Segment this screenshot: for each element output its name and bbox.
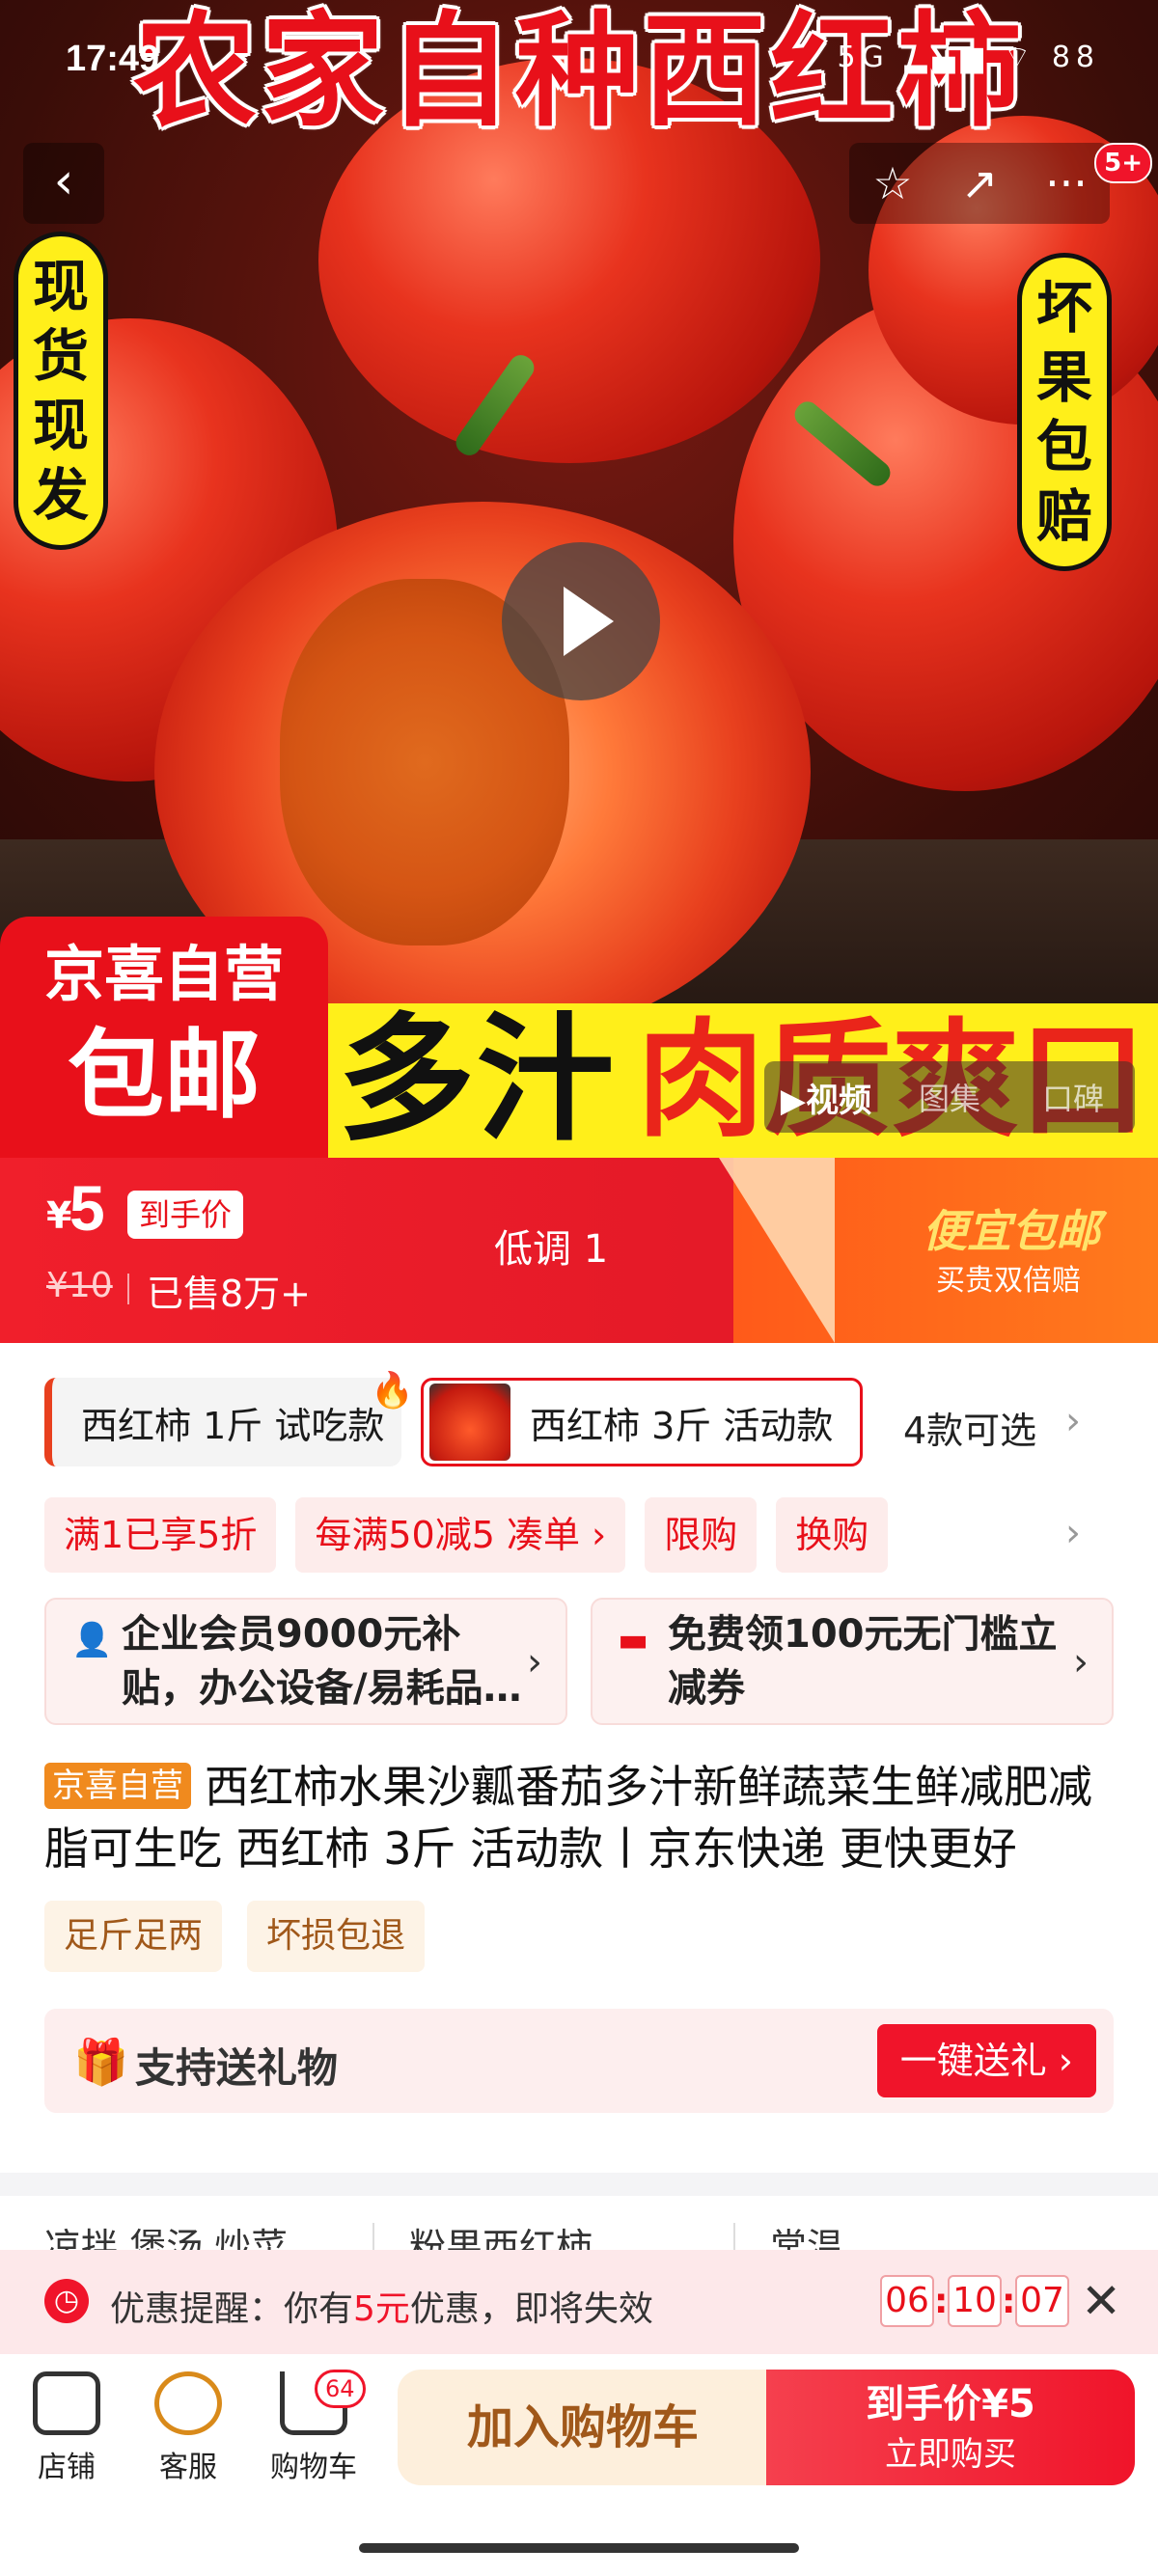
store-badge: 京喜自营 包邮: [0, 917, 328, 1158]
top-actions: ☆ ↗ ···: [849, 143, 1110, 224]
promo-subtitle: 买贵双倍赔: [936, 1264, 1081, 1298]
favorite-icon[interactable]: ☆: [849, 143, 936, 224]
countdown-timer: 06 : 10 : 07: [880, 2275, 1069, 2327]
section-divider: [0, 2173, 1158, 2196]
coupon-icon: ▬: [618, 1621, 649, 1659]
variant-option-selected[interactable]: 西红柿 3斤 活动款: [421, 1378, 863, 1466]
send-gift-button[interactable]: 一键送礼 ›: [876, 2024, 1096, 2097]
original-price: ¥10: [46, 1266, 113, 1305]
gift-section: 🎁 支持送礼物 一键送礼 ›: [44, 2009, 1114, 2113]
store-tag: 京喜自营: [44, 1763, 191, 1809]
clock-icon: ◷: [44, 2279, 89, 2323]
tab-reviews[interactable]: 口碑: [1011, 1075, 1135, 1119]
service-label: 客服: [159, 2451, 217, 2484]
feature-tag: 足斤足两: [44, 1901, 223, 1972]
store-icon: [33, 2371, 100, 2435]
price-bar: ¥ 5 到手价 ¥10 已售8万+ 低调 1 便宜包邮 买贵双倍赔: [0, 1158, 1158, 1343]
variant-count[interactable]: 4款可选: [903, 1401, 1036, 1454]
buy-now-label: 立即购买: [885, 2435, 1016, 2474]
lowkey-label: 低调 1: [494, 1227, 609, 1272]
share-icon[interactable]: ↗: [936, 143, 1023, 224]
variant-selector: 西红柿 1斤 试吃款 🔥 西红柿 3斤 活动款 4款可选 ›: [0, 1370, 1158, 1470]
home-indicator[interactable]: [359, 2543, 799, 2553]
coupon-text: 免费领100元无门槛立减券: [668, 1612, 1058, 1711]
final-price-tag: 到手价: [127, 1191, 244, 1239]
coupon-card[interactable]: ▬ 免费领100元无门槛立减券 ›: [591, 1598, 1114, 1725]
divider: [127, 1274, 129, 1304]
store-button[interactable]: 店铺: [33, 2371, 100, 2485]
variant-label: 西红柿 1斤 试吃款: [81, 1404, 385, 1447]
sold-count: 已售8万+: [147, 1273, 312, 1315]
left-badge: 现货现发: [14, 232, 108, 550]
status-icons: 5G ▂▄▆ ⌔ 88: [837, 41, 1100, 74]
chevron-right-icon: ›: [1073, 1640, 1089, 1685]
variant-thumbnail: [429, 1384, 510, 1461]
tab-gallery[interactable]: 图集: [888, 1075, 1011, 1119]
media-tabs: ▶视频 图集 口碑: [764, 1061, 1135, 1133]
promo-title: 便宜包邮: [923, 1205, 1100, 1257]
feature-tag: 坏损包退: [247, 1901, 426, 1972]
back-button[interactable]: ‹: [23, 143, 104, 224]
product-title: 京喜自营 西红柿水果沙瓤番茄多汁新鲜蔬菜生鲜减肥减脂可生吃 西红柿 3斤 活动款丨…: [44, 1756, 1125, 1879]
gift-label: 支持送礼物: [135, 2044, 339, 2092]
customer-service-icon: [154, 2371, 222, 2435]
promo-tags: 满1已享5折 每满50减5 凑单 › 限购 换购: [44, 1497, 889, 1573]
feature-tags: 足斤足两 坏损包退: [44, 1901, 426, 1972]
customer-service-button[interactable]: 客服: [154, 2371, 222, 2485]
chevron-right-icon[interactable]: ›: [1065, 1399, 1081, 1443]
reminder-text: 优惠提醒：你有5元优惠，即将失效: [110, 2289, 653, 2329]
buy-now-button[interactable]: 到手价¥5 立即购买: [766, 2370, 1135, 2485]
status-time: 17:49: [66, 39, 160, 79]
final-price: 5: [69, 1172, 105, 1244]
tab-video[interactable]: ▶视频: [764, 1074, 888, 1121]
cart-count-badge: 64: [315, 2370, 366, 2408]
timer-seconds: 07: [1015, 2275, 1069, 2327]
buy-price: 到手价¥5: [866, 2382, 1035, 2426]
notification-badge: 5+: [1094, 143, 1152, 183]
variant-label: 西红柿 3斤 活动款: [530, 1404, 834, 1447]
add-to-cart-button[interactable]: 加入购物车: [398, 2370, 768, 2485]
user-icon: 👤: [71, 1621, 113, 1659]
right-badge: 坏果包赔: [1017, 253, 1112, 571]
promo-tag[interactable]: 限购: [645, 1497, 758, 1573]
store-badge-line1: 京喜自营: [43, 939, 284, 1009]
store-badge-line2: 包邮: [68, 1019, 261, 1132]
play-video-button[interactable]: [502, 542, 660, 700]
status-bar: 17:49 5G ▂▄▆ ⌔ 88: [0, 29, 1158, 87]
timer-hours: 06: [880, 2275, 934, 2327]
gift-icon: 🎁: [73, 2036, 129, 2088]
fire-icon: 🔥: [371, 1371, 414, 1411]
product-title-text: 西红柿水果沙瓤番茄多汁新鲜蔬菜生鲜减肥减脂可生吃 西红柿 3斤 活动款丨京东快递…: [44, 1761, 1092, 1875]
chevron-right-icon: ›: [527, 1640, 542, 1685]
lightning-decoration: [719, 1158, 835, 1343]
promo-tag[interactable]: 每满50减5 凑单 ›: [295, 1497, 626, 1573]
banner-text-juicy: 多汁: [338, 1000, 616, 1158]
chevron-right-icon[interactable]: ›: [1065, 1511, 1081, 1555]
timer-minutes: 10: [948, 2275, 1002, 2327]
store-label: 店铺: [38, 2451, 96, 2484]
currency-symbol: ¥: [46, 1194, 72, 1237]
close-icon[interactable]: ✕: [1081, 2273, 1121, 2329]
promo-tag[interactable]: 换购: [776, 1497, 889, 1573]
coupon-card[interactable]: 👤 企业会员9000元补贴，办公设备/易耗品… ›: [44, 1598, 567, 1725]
coupon-text: 企业会员9000元补贴，办公设备/易耗品…: [122, 1612, 522, 1711]
promo-tag[interactable]: 满1已享5折: [44, 1497, 277, 1573]
variant-option[interactable]: 西红柿 1斤 试吃款: [44, 1378, 401, 1466]
discount-reminder: ◷ 优惠提醒：你有5元优惠，即将失效 06 : 10 : 07 ✕: [0, 2250, 1158, 2354]
cart-label: 购物车: [270, 2451, 357, 2484]
